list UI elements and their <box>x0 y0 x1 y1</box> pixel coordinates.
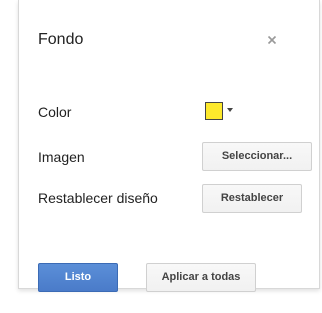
dropdown-arrow-icon <box>227 108 233 112</box>
select-image-button[interactable]: Seleccionar... <box>202 142 312 171</box>
close-icon <box>267 35 277 45</box>
dialog-title: Fondo <box>38 31 84 48</box>
reset-button[interactable]: Restablecer <box>202 184 302 213</box>
image-label: Imagen <box>38 149 85 165</box>
color-swatch <box>205 102 223 120</box>
color-label: Color <box>38 104 72 120</box>
done-button[interactable]: Listo <box>38 263 118 292</box>
reset-layout-label: Restablecer diseño <box>38 190 158 206</box>
apply-to-all-button[interactable]: Aplicar a todas <box>146 263 256 292</box>
color-picker-button[interactable] <box>202 99 238 125</box>
close-button[interactable] <box>263 30 283 50</box>
background-dialog: Fondo Color Imagen Seleccionar... Restab… <box>18 0 320 292</box>
